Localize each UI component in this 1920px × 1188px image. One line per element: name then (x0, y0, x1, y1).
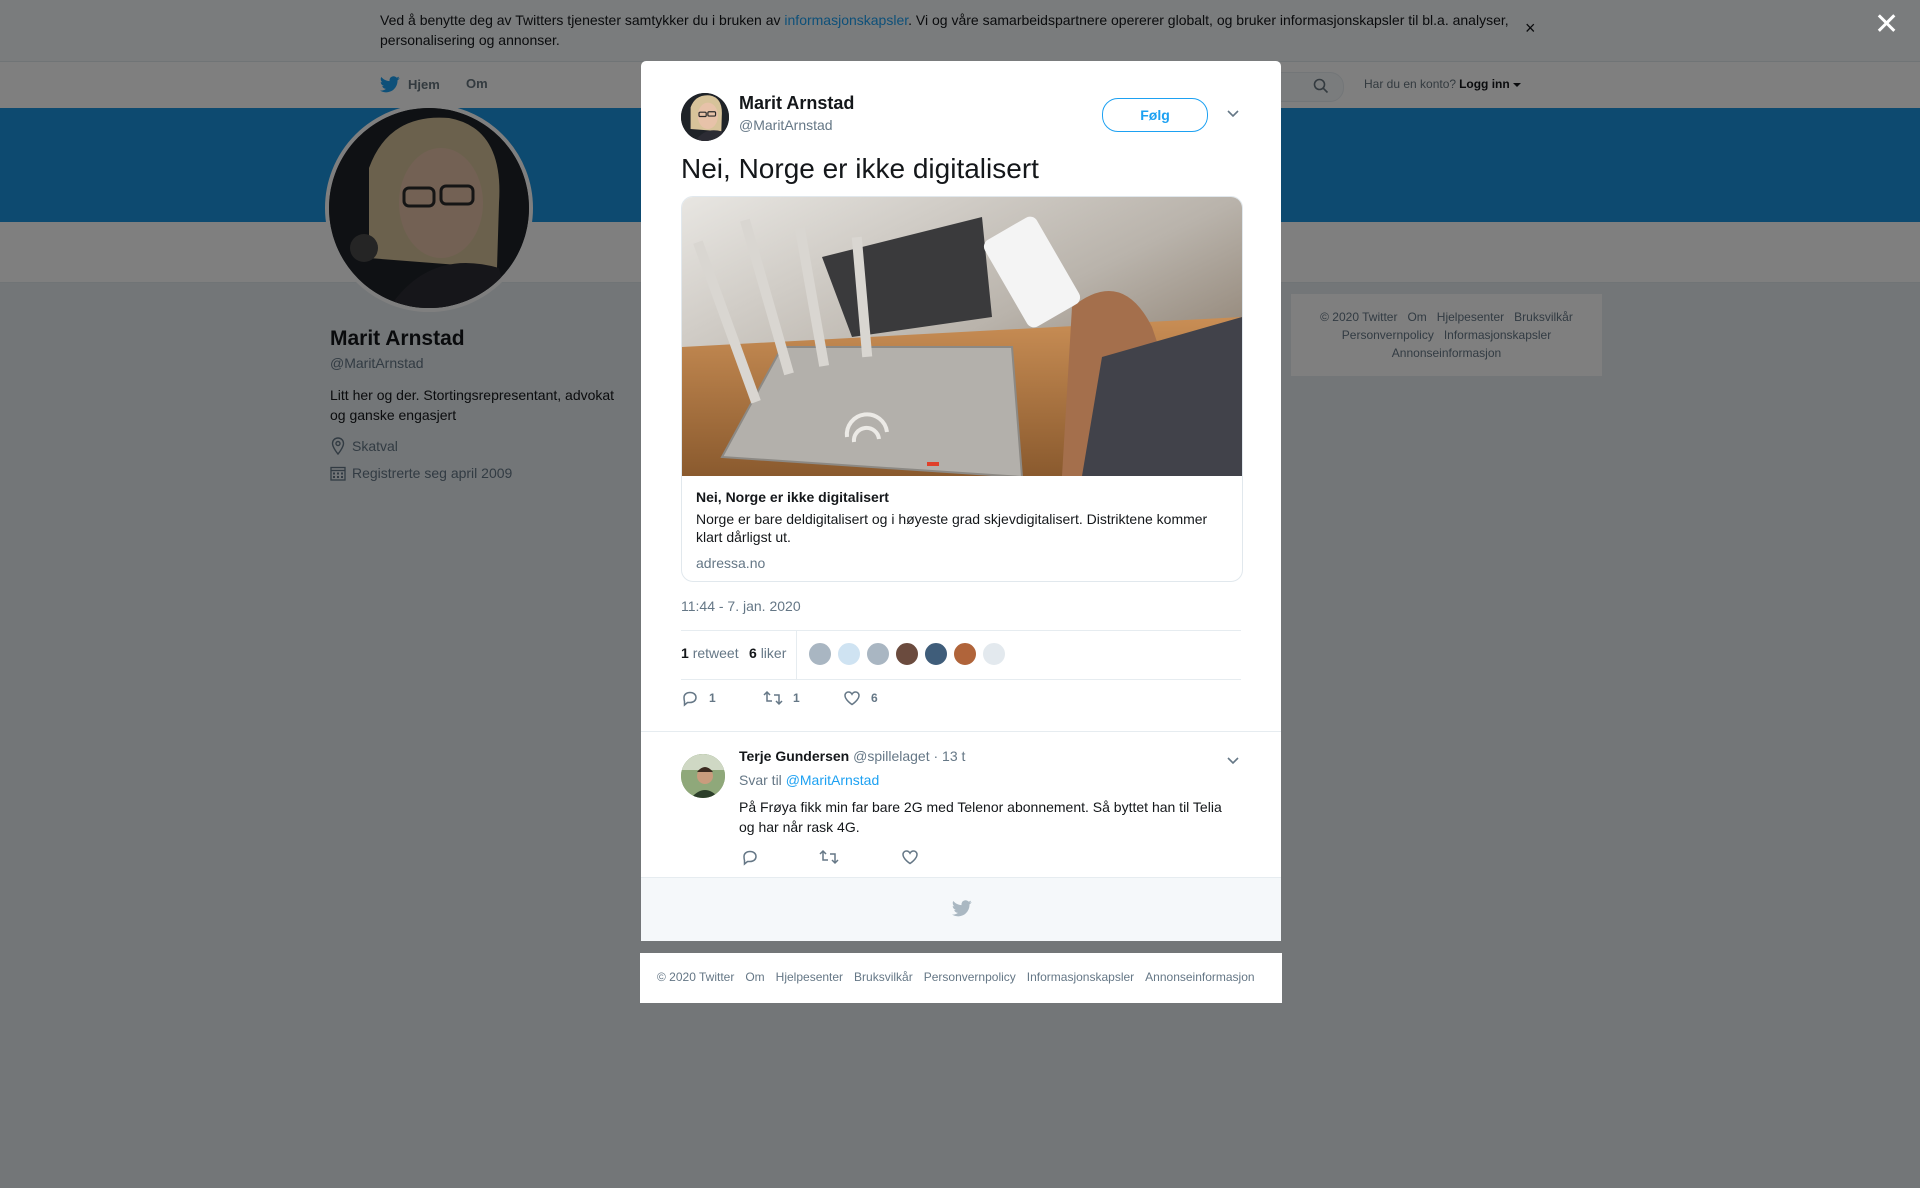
liker-avatar[interactable] (895, 642, 919, 666)
reply-header: Terje Gundersen @spillelaget · 13 t (739, 748, 965, 764)
footer-link-terms[interactable]: Bruksvilkår (854, 970, 913, 984)
card-title: Nei, Norge er ikke digitalisert (696, 489, 889, 505)
liker-avatar[interactable] (866, 642, 890, 666)
card-description: Norge er bare deldigitalisert og i høyes… (696, 511, 1208, 545)
tweet-author-avatar[interactable] (681, 93, 729, 141)
twitter-bird-icon (952, 900, 972, 917)
modal-footer (641, 877, 1281, 941)
avatar-portrait (681, 754, 725, 798)
replying-to-link[interactable]: @MaritArnstad (786, 772, 880, 788)
reply-author-handle[interactable]: @spillelaget (853, 748, 929, 764)
tweet-timestamp[interactable]: 11:44 - 7. jan. 2020 (681, 598, 801, 614)
liker-avatar[interactable] (953, 642, 977, 666)
reply-actions (739, 848, 939, 868)
likes-label: liker (760, 645, 787, 661)
reply-tweet[interactable]: Terje Gundersen @spillelaget · 13 t Svar… (641, 731, 1281, 878)
retweet-button[interactable]: 1 (763, 689, 800, 707)
liker-avatar[interactable] (837, 642, 861, 666)
liker-avatar[interactable] (924, 642, 948, 666)
likes-count: 6 (749, 645, 757, 661)
likes-stat[interactable]: 6 liker (749, 645, 786, 661)
reply-icon[interactable] (741, 848, 759, 866)
reply-text: På Frøya fikk min far bare 2G med Teleno… (739, 799, 1222, 835)
tweet-text: Nei, Norge er ikke digitalisert (681, 153, 1039, 184)
footer-link-privacy[interactable]: Personvernpolicy (924, 970, 1016, 984)
chevron-down-icon[interactable] (1226, 109, 1240, 119)
footer-link-help[interactable]: Hjelpesenter (776, 970, 843, 984)
reply-icon (683, 691, 697, 707)
heart-icon[interactable] (901, 848, 919, 866)
retweet-stat[interactable]: 1 retweet (681, 645, 739, 661)
heart-icon (844, 691, 860, 706)
follow-button[interactable]: Følg (1102, 98, 1208, 132)
tweet-stats: 1 retweet 6 liker (681, 630, 1241, 680)
footer-link-ads[interactable]: Annonseinformasjon (1145, 970, 1254, 984)
tweet-author-name[interactable]: Marit Arnstad (739, 93, 854, 114)
reply-author-avatar[interactable] (681, 754, 725, 798)
retweet-count: 1 (681, 645, 689, 661)
reply-count: 1 (709, 691, 716, 705)
stats-divider (796, 631, 797, 679)
tweet-actions: 1 1 6 (681, 689, 1241, 717)
retweet-icon (763, 690, 783, 706)
liker-avatar[interactable] (982, 642, 1006, 666)
modal-bottom-footer: © 2020 Twitter Om Hjelpesenter Bruksvilkår P… (640, 953, 1282, 1003)
footer-link-cookies[interactable]: Informasjonskapsler (1027, 970, 1134, 984)
like-count: 6 (871, 691, 878, 705)
retweet-action-count: 1 (793, 691, 800, 705)
close-modal-button[interactable]: ✕ (1874, 10, 1899, 40)
card-domain: adressa.no (696, 555, 766, 571)
retweet-icon[interactable] (819, 848, 839, 866)
replying-to-label: Svar til (739, 772, 782, 788)
tweet-modal: Marit Arnstad @MaritArnstad Følg Nei, No… (641, 61, 1281, 941)
retweet-label: retweet (692, 645, 739, 661)
avatar-portrait (681, 93, 729, 141)
reply-button[interactable]: 1 (681, 689, 716, 707)
card-image (682, 197, 1242, 476)
like-button[interactable]: 6 (843, 689, 878, 707)
footer-copyright: © 2020 Twitter (657, 970, 735, 984)
reply-author-name[interactable]: Terje Gundersen (739, 748, 849, 764)
reply-time[interactable]: · 13 t (933, 748, 965, 764)
chevron-down-icon[interactable] (1226, 756, 1240, 766)
link-card[interactable]: Nei, Norge er ikke digitalisert Norge er… (681, 196, 1243, 582)
liker-avatar[interactable] (808, 642, 832, 666)
replying-to: Svar til @MaritArnstad (739, 772, 879, 788)
tweet-author-handle[interactable]: @MaritArnstad (739, 117, 833, 133)
footer-link-about[interactable]: Om (745, 970, 764, 984)
likers-avatars (808, 642, 1011, 666)
